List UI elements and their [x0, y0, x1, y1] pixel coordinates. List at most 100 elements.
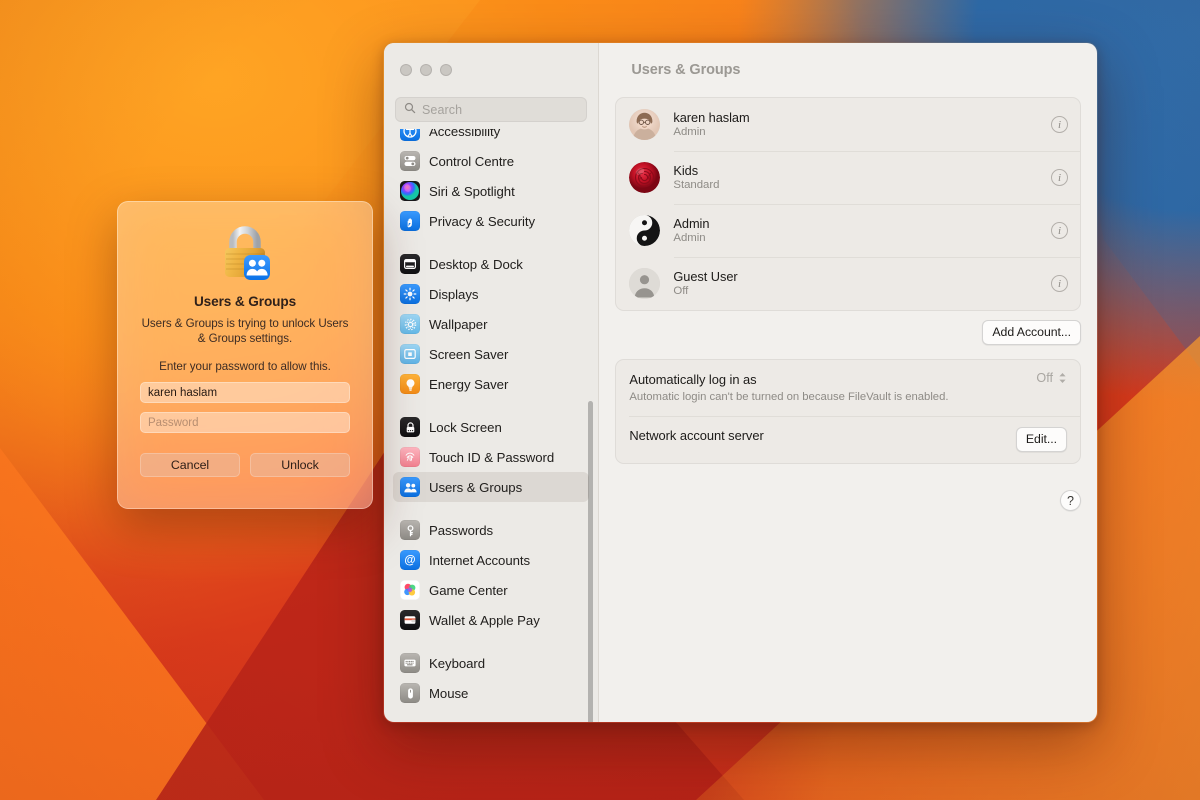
sidebar-item-label: Lock Screen [429, 420, 502, 435]
close-button[interactable] [400, 64, 412, 76]
sidebar-item-passwords[interactable]: Passwords [393, 515, 589, 545]
sidebar-item-users-groups[interactable]: Users & Groups [393, 472, 589, 502]
setting-main: Network account server [629, 427, 1016, 444]
sidebar-item-displays[interactable]: Displays [393, 279, 589, 309]
sidebar-item-label: Displays [429, 287, 478, 302]
control-centre-icon [400, 151, 420, 171]
search-placeholder: Search [422, 103, 462, 117]
setting-control: Edit... [1016, 427, 1067, 452]
user-list: karen haslamAdminiKidsStandardiAdminAdmi… [615, 97, 1081, 311]
content-titlebar: Users & Groups [599, 43, 1097, 97]
auth-username-field[interactable]: karen haslam [140, 382, 350, 403]
page-title: Users & Groups [631, 62, 740, 78]
sidebar-scrollbar[interactable] [587, 129, 595, 722]
user-role: Standard [673, 178, 1051, 192]
sidebar-item-wallpaper[interactable]: Wallpaper [393, 309, 589, 339]
auth-password-field[interactable]: Password [140, 412, 350, 433]
privacy-security-icon [400, 211, 420, 231]
sidebar-item-privacy-security[interactable]: Privacy & Security [393, 206, 589, 236]
sidebar-group-separator [393, 635, 589, 648]
user-name: karen haslam [673, 110, 1051, 125]
sidebar-scrollbar-thumb[interactable] [588, 401, 593, 722]
sidebar-item-label: Wallpaper [429, 317, 487, 332]
search-input[interactable]: Search [395, 97, 587, 122]
mouse-icon [400, 683, 420, 703]
sidebar-item-label: Energy Saver [429, 377, 508, 392]
help-row: ? [615, 490, 1081, 511]
auto-login-value: Off [1036, 371, 1053, 385]
sidebar-item-touch-id-password[interactable]: Touch ID & Password [393, 442, 589, 472]
sidebar-item-screen-saver[interactable]: Screen Saver [393, 339, 589, 369]
user-text: karen haslamAdmin [673, 110, 1051, 139]
settings-list: Automatically log in asAutomatic login c… [615, 359, 1081, 464]
sidebar-item-label: Mouse [429, 686, 468, 701]
content-pane: Users & Groups karen haslamAdminiKidsSta… [599, 43, 1097, 722]
sidebar-item-label: Control Centre [429, 154, 514, 169]
info-button[interactable]: i [1051, 169, 1068, 186]
sidebar-item-mouse[interactable]: Mouse [393, 678, 589, 708]
user-role: Admin [673, 231, 1051, 245]
sidebar-item-label: Keyboard [429, 656, 485, 671]
sidebar-item-internet-accounts[interactable]: @Internet Accounts [393, 545, 589, 575]
user-name: Admin [673, 216, 1051, 231]
displays-icon [400, 284, 420, 304]
sidebar-item-desktop-dock[interactable]: Desktop & Dock [393, 249, 589, 279]
help-button[interactable]: ? [1060, 490, 1081, 511]
sidebar-item-siri-spotlight[interactable]: Siri & Spotlight [393, 176, 589, 206]
auth-password-placeholder: Password [148, 417, 199, 429]
chevron-up-down-icon[interactable] [1058, 371, 1067, 385]
svg-text:@: @ [404, 555, 415, 567]
game-center-icon [400, 580, 420, 600]
system-settings-window: Search Accessibility Control Centre Siri &… [383, 42, 1098, 723]
sidebar-item-label: Privacy & Security [429, 214, 535, 229]
add-account-button[interactable]: Add Account... [982, 320, 1081, 345]
wallpaper-icon [400, 314, 420, 334]
sidebar-item-keyboard[interactable]: Keyboard [393, 648, 589, 678]
user-row[interactable]: AdminAdmini [616, 204, 1080, 257]
search-container: Search [384, 97, 598, 129]
accessibility-icon [400, 129, 420, 141]
sidebar-item-control-centre[interactable]: Control Centre [393, 146, 589, 176]
sidebar-group-separator [393, 236, 589, 249]
auth-dialog-message: Users & Groups is trying to unlock Users… [140, 317, 350, 346]
user-row[interactable]: karen haslamAdmini [616, 98, 1080, 151]
sidebar-item-label: Desktop & Dock [429, 257, 523, 272]
sidebar-item-accessibility[interactable]: Accessibility [393, 129, 589, 146]
user-row[interactable]: KidsStandardi [616, 151, 1080, 204]
info-button[interactable]: i [1051, 275, 1068, 292]
setting-row: Automatically log in asAutomatic login c… [616, 360, 1080, 416]
info-button[interactable]: i [1051, 116, 1068, 133]
info-button[interactable]: i [1051, 222, 1068, 239]
content-body: karen haslamAdminiKidsStandardiAdminAdmi… [599, 97, 1097, 511]
sidebar-item-wallet-apple-pay[interactable]: Wallet & Apple Pay [393, 605, 589, 635]
unlock-button[interactable]: Unlock [250, 453, 350, 477]
auth-username-value: karen haslam [148, 387, 217, 399]
setting-sublabel: Automatic login can't be turned on becau… [629, 389, 1036, 405]
sidebar-item-label: Users & Groups [429, 480, 522, 495]
sidebar-group-separator [393, 399, 589, 412]
minimize-button[interactable] [420, 64, 432, 76]
setting-control: Off [1036, 371, 1067, 385]
screen-saver-icon [400, 344, 420, 364]
user-name: Guest User [673, 269, 1051, 284]
authentication-dialog: Users & Groups Users & Groups is trying … [117, 201, 373, 509]
sidebar-item-list: Accessibility Control Centre Siri & Spotli… [393, 129, 589, 708]
users-groups-icon [400, 477, 420, 497]
zoom-button[interactable] [440, 64, 452, 76]
auth-dialog-prompt: Enter your password to allow this. [159, 360, 331, 373]
sidebar-item-energy-saver[interactable]: Energy Saver [393, 369, 589, 399]
user-row[interactable]: Guest UserOffi [616, 257, 1080, 310]
user-role: Off [673, 284, 1051, 298]
sidebar-item-label: Wallet & Apple Pay [429, 613, 540, 628]
sidebar-item-label: Siri & Spotlight [429, 184, 515, 199]
passwords-icon [400, 520, 420, 540]
cancel-button[interactable]: Cancel [140, 453, 240, 477]
search-icon [404, 101, 416, 119]
touch-id-icon [400, 447, 420, 467]
sidebar-item-lock-screen[interactable]: Lock Screen [393, 412, 589, 442]
desktop-wallpaper: Search Accessibility Control Centre Siri &… [0, 0, 1200, 800]
edit-network-account-server-button[interactable]: Edit... [1016, 427, 1067, 452]
user-text: KidsStandard [673, 163, 1051, 192]
sidebar-item-game-center[interactable]: Game Center [393, 575, 589, 605]
keyboard-icon [400, 653, 420, 673]
